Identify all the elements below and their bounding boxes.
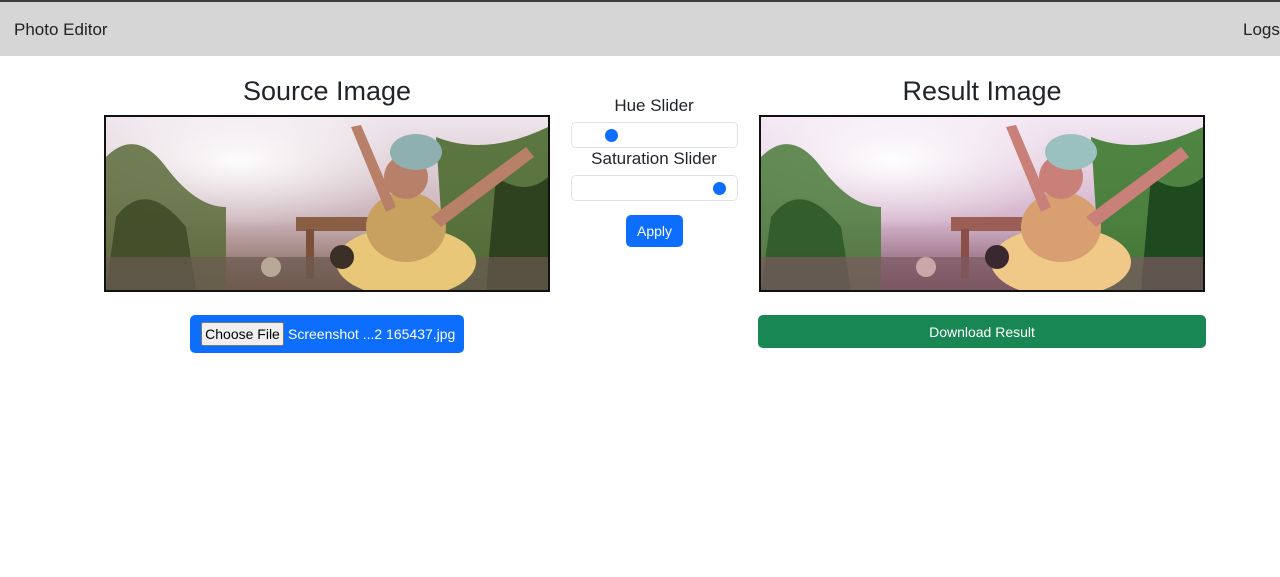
source-image xyxy=(104,115,550,292)
source-image-title: Source Image xyxy=(242,76,412,106)
hue-slider[interactable] xyxy=(571,122,738,148)
saturation-slider-label: Saturation Slider xyxy=(591,149,717,168)
file-input[interactable]: Choose File Screenshot ...2 165437.jpg xyxy=(190,315,464,353)
logout-link[interactable]: Logs xyxy=(1243,20,1280,40)
result-photo-placeholder xyxy=(761,117,1203,290)
hue-slider-thumb[interactable] xyxy=(605,129,618,142)
download-result-button[interactable]: Download Result xyxy=(758,315,1206,348)
source-photo-placeholder xyxy=(106,117,548,290)
saturation-slider[interactable] xyxy=(571,175,738,201)
navbar: Photo Editor Logs xyxy=(0,0,1280,56)
result-image xyxy=(759,115,1205,292)
apply-button[interactable]: Apply xyxy=(626,215,683,247)
selected-file-name: Screenshot ...2 165437.jpg xyxy=(288,326,456,342)
choose-file-button[interactable]: Choose File xyxy=(201,322,284,346)
app-brand[interactable]: Photo Editor xyxy=(14,20,108,40)
saturation-slider-thumb[interactable] xyxy=(713,182,726,195)
result-image-title: Result Image xyxy=(902,76,1062,106)
hue-slider-label: Hue Slider xyxy=(614,96,694,115)
